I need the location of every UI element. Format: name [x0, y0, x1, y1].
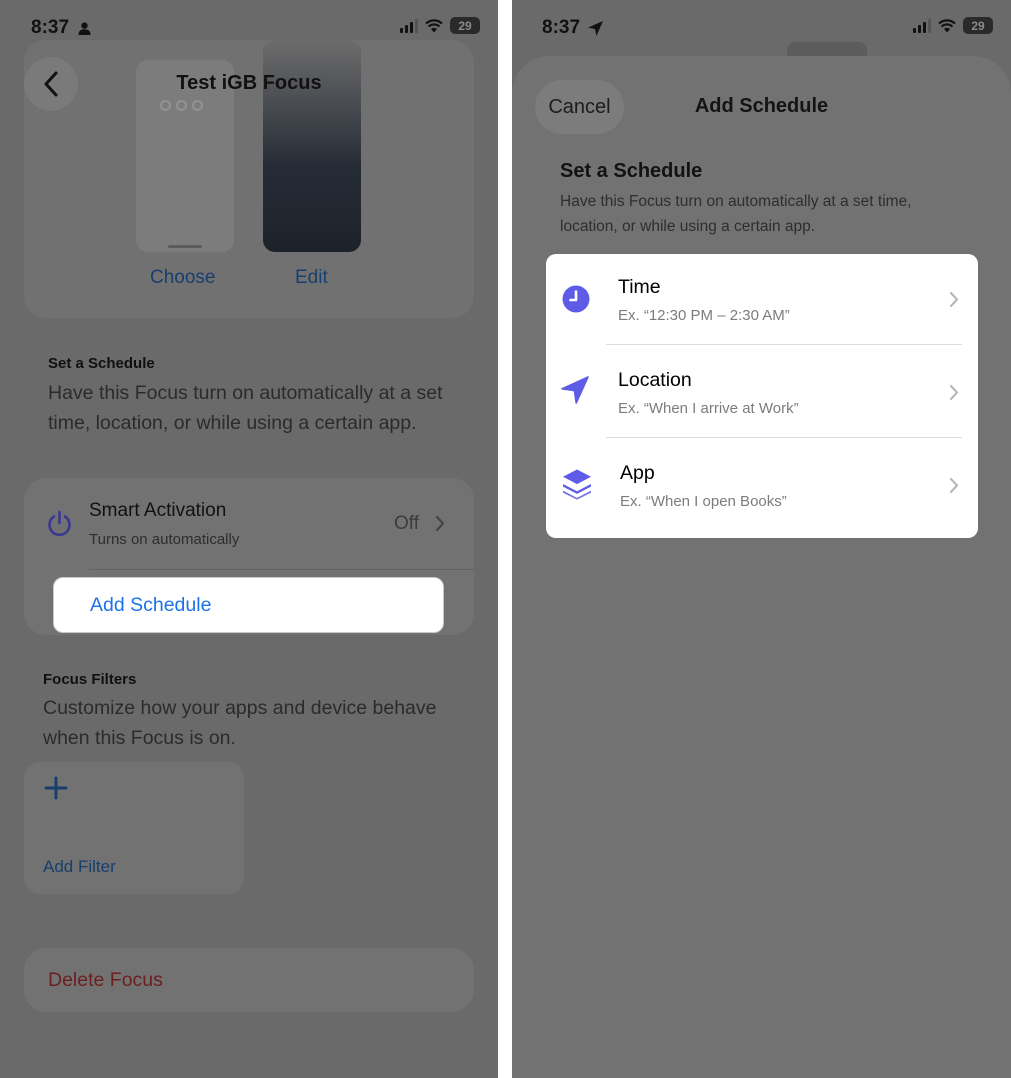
schedule-description: Have this Focus turn on automatically at…	[560, 193, 912, 235]
status-bar: 8:37 29	[0, 0, 498, 56]
location-services-icon	[588, 21, 603, 36]
smart-activation-value: Off	[394, 513, 419, 534]
chevron-right-icon	[949, 477, 959, 494]
schedule-section-description: Have this Focus turn on automatically at…	[48, 382, 443, 434]
status-time: 8:37	[31, 17, 70, 38]
schedule-section-header: Set a Schedule	[48, 355, 155, 372]
row-divider	[606, 437, 962, 438]
status-indicators: 29	[913, 17, 993, 34]
smart-activation-title[interactable]: Smart Activation	[89, 500, 226, 522]
chevron-right-icon	[435, 515, 445, 532]
option-subtitle: Ex. “12:30 PM – 2:30 AM”	[618, 307, 790, 324]
cellular-signal-icon	[400, 18, 418, 33]
power-icon	[48, 510, 71, 537]
clock-icon	[562, 285, 590, 313]
screenshot-divider	[498, 0, 512, 1078]
schedule-header: Set a Schedule	[560, 160, 703, 182]
location-arrow-icon	[561, 376, 589, 404]
option-title: App	[620, 462, 655, 484]
option-title: Time	[618, 276, 661, 298]
add-schedule-label: Add Schedule	[90, 594, 212, 616]
add-filter-button[interactable]: Add Filter	[43, 857, 116, 877]
focus-settings-screen: Choose Edit 8:37 29 Test iGB Focus Set a…	[0, 0, 498, 1078]
status-bar: 8:37 29	[512, 0, 1011, 56]
sheet-title: Add Schedule	[694, 95, 829, 117]
delete-focus-button[interactable]: Delete Focus	[48, 969, 163, 992]
preview-widget-dots	[160, 100, 203, 111]
chevron-right-icon	[949, 384, 959, 401]
cellular-signal-icon	[913, 18, 931, 33]
option-subtitle: Ex. “When I arrive at Work”	[618, 400, 799, 417]
focus-filters-description: Customize how your apps and device behav…	[43, 697, 437, 749]
wifi-icon	[425, 18, 443, 32]
page-title: Test iGB Focus	[176, 72, 322, 94]
person-icon	[78, 22, 91, 35]
add-schedule-button[interactable]: Add Schedule	[53, 577, 444, 633]
preview-home-bar	[168, 245, 202, 248]
focus-filters-header: Focus Filters	[43, 671, 137, 688]
battery-icon: 29	[963, 17, 993, 34]
schedule-option-location[interactable]: Location Ex. “When I arrive at Work”	[546, 347, 978, 440]
add-schedule-screen: 8:37 29 Cancel Add Schedule Set a Schedu…	[512, 0, 1011, 1078]
wifi-icon	[938, 18, 956, 32]
schedule-options-list: Time Ex. “12:30 PM – 2:30 AM” Location E…	[546, 254, 978, 538]
row-divider	[606, 344, 962, 345]
smart-activation-subtitle: Turns on automatically	[89, 531, 240, 548]
option-title: Location	[618, 369, 692, 391]
edit-button[interactable]: Edit	[295, 267, 328, 289]
status-indicators: 29	[400, 17, 480, 34]
schedule-option-time[interactable]: Time Ex. “12:30 PM – 2:30 AM”	[546, 254, 978, 347]
schedule-option-app[interactable]: App Ex. “When I open Books”	[546, 440, 978, 533]
choose-button[interactable]: Choose	[150, 267, 216, 289]
row-divider	[89, 569, 474, 570]
status-time: 8:37	[542, 17, 581, 38]
battery-icon: 29	[450, 17, 480, 34]
app-layers-icon	[563, 469, 591, 500]
chevron-right-icon	[949, 291, 959, 308]
plus-icon	[44, 776, 68, 800]
option-subtitle: Ex. “When I open Books”	[620, 493, 787, 510]
